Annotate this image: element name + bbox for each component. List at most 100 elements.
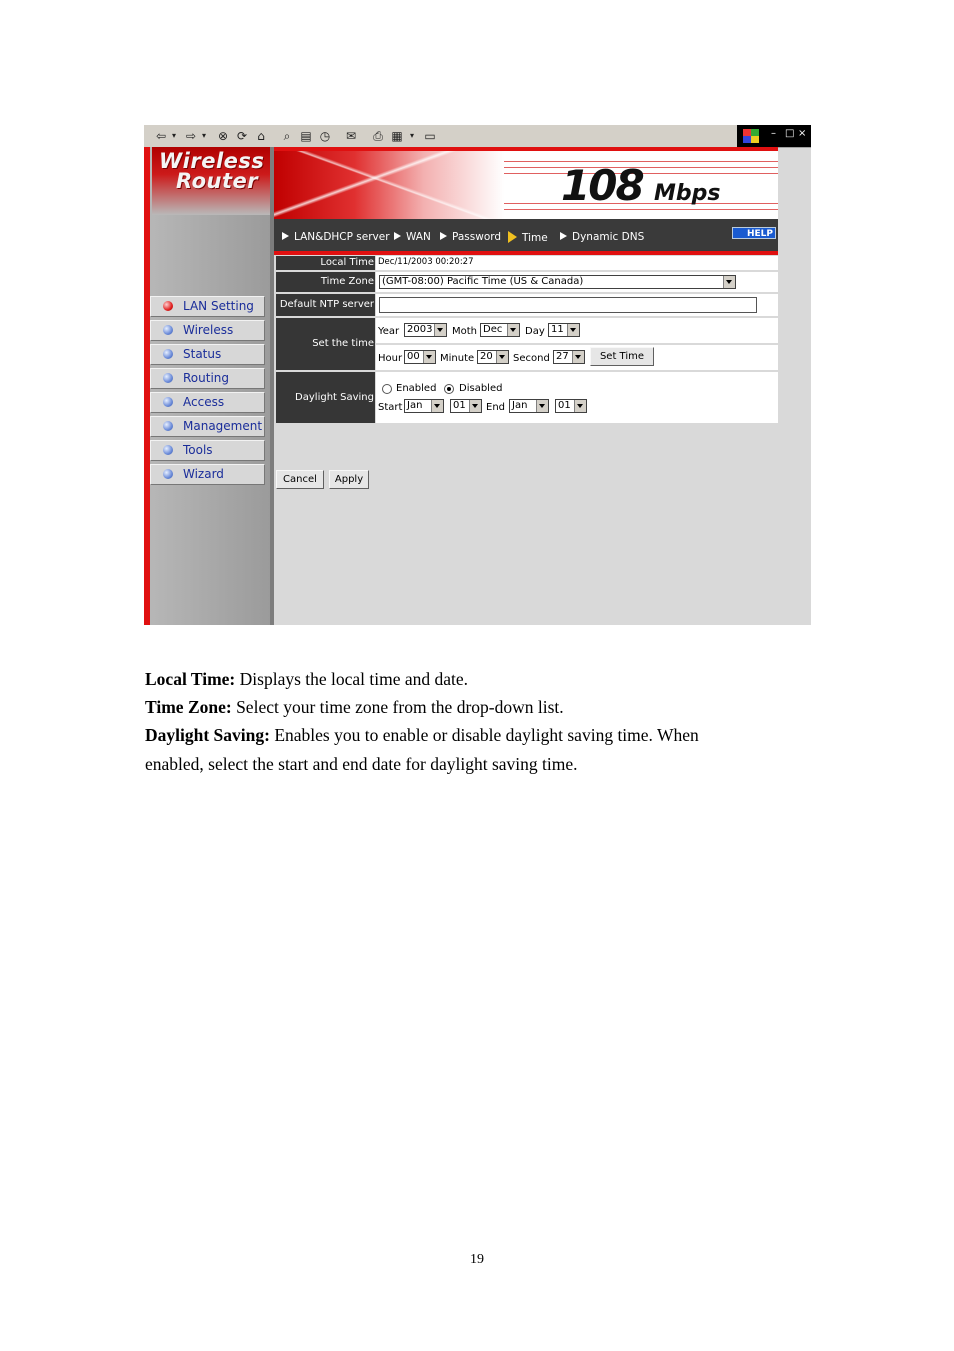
term-daylight-saving: Daylight Saving: — [145, 725, 270, 745]
back-icon[interactable]: ⇦ — [154, 128, 168, 144]
close-icon[interactable]: × — [798, 128, 806, 139]
sidebar-item-label: Routing — [183, 371, 230, 385]
bullet-icon — [163, 421, 173, 431]
chevron-down-icon — [423, 351, 435, 363]
stop-icon[interactable]: ⊗ — [216, 128, 230, 144]
time-zone-cell: (GMT-08:00) Pacific Time (US & Canada) — [376, 272, 778, 292]
daylight-saving-cell: Enabled Disabled Start Jan 01 End Jan 01 — [376, 372, 778, 423]
search-icon[interactable]: ⌕ — [280, 128, 294, 144]
minute-select[interactable]: 20 — [477, 350, 509, 364]
chevron-down-icon — [507, 324, 519, 336]
chevron-down-icon — [469, 400, 481, 412]
ntp-row: Default NTP server — [276, 294, 778, 316]
history-icon[interactable]: ◷ — [318, 128, 332, 144]
chevron-down-icon[interactable]: ▾ — [170, 128, 178, 144]
bullet-icon — [163, 397, 173, 407]
refresh-icon[interactable]: ⟳ — [235, 128, 249, 144]
month-select[interactable]: Dec — [480, 323, 520, 337]
desc-time-zone: Select your time zone from the drop-down… — [231, 697, 564, 717]
sidebar-item-wizard[interactable]: Wizard — [150, 464, 265, 485]
ntp-server-input[interactable] — [379, 297, 757, 313]
enabled-label: Enabled — [396, 383, 437, 394]
banner-unit: Mbps — [654, 181, 721, 206]
year-label: Year — [378, 326, 400, 337]
set-time-button[interactable]: Set Time — [590, 347, 654, 366]
sidebar-item-management[interactable]: Management — [150, 416, 265, 437]
minute-label: Minute — [440, 353, 475, 364]
banner-speed: 108 — [561, 161, 645, 210]
tab-lan-dhcp-server[interactable]: LAN&DHCP server — [282, 231, 390, 243]
arrow-icon — [560, 232, 567, 240]
local-time-cell: Dec/11/2003 00:20:27 — [376, 256, 778, 270]
sidebar-item-access[interactable]: Access — [150, 392, 265, 413]
tab-password[interactable]: Password — [440, 231, 501, 243]
end-day-value: 01 — [558, 400, 571, 411]
day-select[interactable]: 11 — [548, 323, 580, 337]
term-local-time: Local Time: — [145, 669, 236, 689]
daylight-saving-label: Daylight Saving — [276, 372, 375, 423]
year-select[interactable]: 2003 — [404, 323, 447, 337]
tab-wan[interactable]: WAN — [394, 231, 431, 243]
arrow-icon — [282, 232, 289, 240]
daylight-enabled-radio[interactable] — [382, 384, 392, 394]
restore-icon[interactable]: □ — [785, 128, 794, 139]
mail-icon[interactable]: ✉ — [344, 128, 358, 144]
ntp-cell — [376, 294, 778, 316]
start-month-value: Jan — [407, 400, 423, 411]
chevron-down-icon[interactable]: ▾ — [408, 128, 416, 144]
minimize-icon[interactable]: – — [771, 128, 776, 139]
chevron-down-icon — [536, 400, 548, 412]
sidebar-item-routing[interactable]: Routing — [150, 368, 265, 389]
local-time-value: Dec/11/2003 00:20:27 — [378, 257, 474, 267]
router-logo: Wireless Router — [152, 147, 274, 215]
discuss-icon[interactable]: ▭ — [423, 128, 437, 144]
tab-label: Time — [522, 232, 548, 244]
cancel-button[interactable]: Cancel — [276, 470, 324, 489]
logo-line-2: Router — [176, 169, 259, 193]
second-select-value: 27 — [556, 351, 569, 362]
month-select-value: Dec — [483, 324, 503, 335]
start-month-select[interactable]: Jan — [404, 399, 444, 413]
arrow-icon — [394, 232, 401, 240]
tab-dynamic-dns[interactable]: Dynamic DNS — [560, 231, 644, 243]
tab-label: WAN — [406, 231, 431, 243]
tab-label: Password — [452, 231, 502, 243]
sidebar-item-label: LAN Setting — [183, 299, 254, 313]
chevron-down-icon — [431, 400, 443, 412]
sidebar-item-wireless[interactable]: Wireless — [150, 320, 265, 341]
minute-select-value: 20 — [480, 351, 493, 362]
hour-label: Hour — [378, 353, 403, 364]
apply-button[interactable]: Apply — [329, 470, 369, 489]
end-month-value: Jan — [512, 400, 528, 411]
daylight-saving-description: Daylight Saving: Enables you to enable o… — [145, 721, 760, 778]
sidebar-item-lan-setting[interactable]: LAN Setting — [150, 296, 265, 317]
second-select[interactable]: 27 — [553, 350, 585, 364]
window-controls: – □ × — [737, 125, 811, 147]
time-zone-select[interactable]: (GMT-08:00) Pacific Time (US & Canada) — [379, 275, 736, 289]
start-day-select[interactable]: 01 — [450, 399, 482, 413]
favorites-icon[interactable]: ▤ — [299, 128, 313, 144]
edit-icon[interactable]: ▦ — [390, 128, 404, 144]
set-time-row: Set the time Year 2003 Moth Dec Day 11 H… — [276, 318, 778, 370]
chevron-down-icon — [572, 351, 584, 363]
daylight-disabled-radio[interactable] — [444, 384, 454, 394]
arrow-icon — [508, 231, 517, 243]
end-month-select[interactable]: Jan — [509, 399, 549, 413]
ntp-label: Default NTP server — [276, 294, 375, 316]
sidebar-item-label: Wireless — [183, 323, 234, 337]
sidebar-item-status[interactable]: Status — [150, 344, 265, 365]
home-icon[interactable]: ⌂ — [254, 128, 268, 144]
chevron-down-icon[interactable]: ▾ — [200, 128, 208, 144]
end-label: End — [486, 402, 506, 413]
disabled-label: Disabled — [459, 383, 503, 394]
help-button[interactable]: HELP — [732, 227, 776, 239]
sidebar-item-tools[interactable]: Tools — [150, 440, 265, 461]
tab-time[interactable]: Time — [508, 231, 548, 244]
end-day-select[interactable]: 01 — [555, 399, 587, 413]
day-label: Day — [525, 326, 545, 337]
bullet-icon — [163, 373, 173, 383]
print-icon[interactable]: ⎙ — [371, 128, 385, 144]
forward-icon[interactable]: ⇨ — [184, 128, 198, 144]
hour-select[interactable]: 00 — [404, 350, 436, 364]
clock-subrow: Hour 00 Minute 20 Second 27 Set Time — [376, 345, 778, 370]
